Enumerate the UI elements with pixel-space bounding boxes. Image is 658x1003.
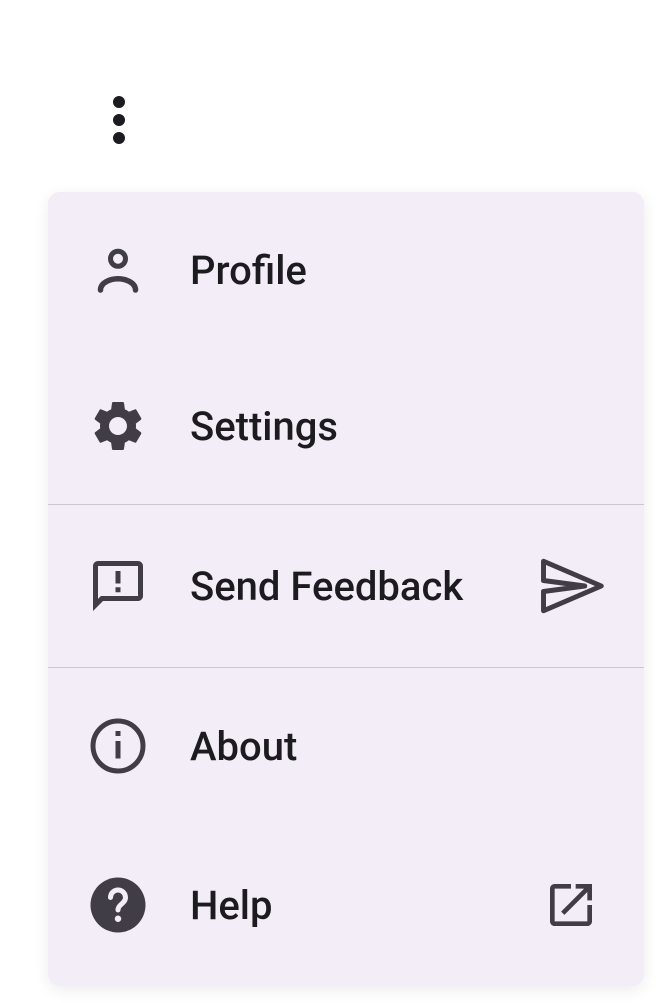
menu-item-label: About xyxy=(190,723,604,770)
menu-panel: Profile Settings Send Feedback xyxy=(48,192,644,986)
info-icon xyxy=(88,716,148,776)
menu-item-label: Settings xyxy=(190,403,604,450)
menu-item-send-feedback[interactable]: Send Feedback xyxy=(48,504,644,668)
open-in-new-icon xyxy=(538,872,604,938)
menu-item-label: Profile xyxy=(190,247,604,294)
menu-item-about[interactable]: About xyxy=(48,668,644,824)
send-icon xyxy=(538,553,604,619)
menu-item-settings[interactable]: Settings xyxy=(48,348,644,504)
feedback-icon xyxy=(88,556,148,616)
more-vert-icon xyxy=(113,96,125,144)
menu-item-help[interactable]: Help xyxy=(48,824,644,986)
more-vert-button[interactable] xyxy=(95,96,143,144)
settings-icon xyxy=(88,396,148,456)
menu-item-label: Help xyxy=(190,882,538,929)
menu-item-label: Send Feedback xyxy=(190,563,538,610)
person-icon xyxy=(88,240,148,300)
help-icon xyxy=(88,875,148,935)
menu-item-profile[interactable]: Profile xyxy=(48,192,644,348)
